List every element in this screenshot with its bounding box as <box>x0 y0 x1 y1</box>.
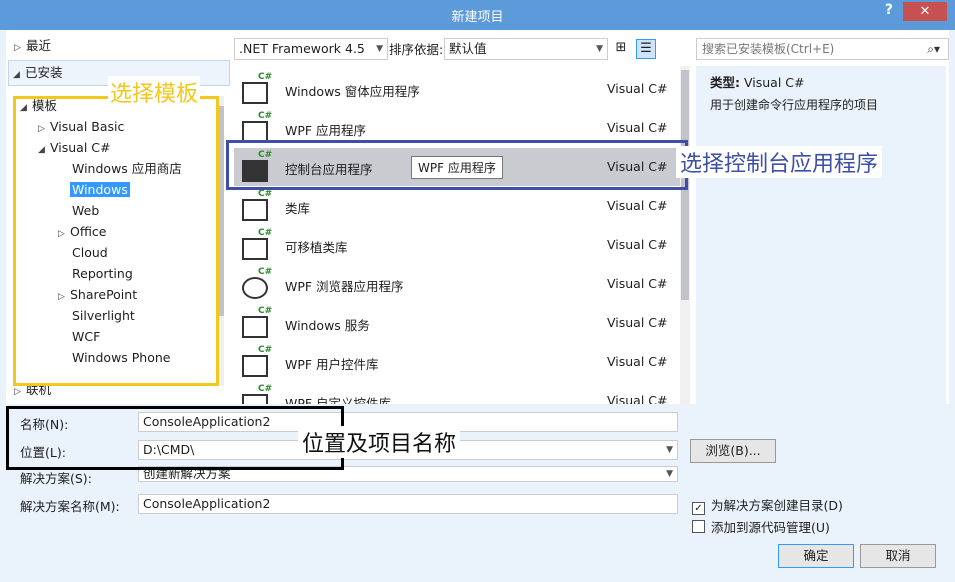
annotation-box-location <box>6 406 344 470</box>
windows-service-icon: C# <box>240 306 272 338</box>
class-library-icon: C# <box>240 189 272 221</box>
info-type: 类型: Visual C# <box>710 72 804 91</box>
template-list-scrollbar[interactable] <box>680 66 690 406</box>
template-lang: Visual C# <box>607 120 668 135</box>
template-lang: Visual C# <box>607 276 668 291</box>
browse-button[interactable]: 浏览(B)... <box>690 439 776 463</box>
template-name: WPF 浏览器应用程序 <box>285 279 404 294</box>
wpf-app-icon: C# <box>240 111 272 143</box>
close-button[interactable]: ✕ <box>903 2 947 21</box>
help-button[interactable]: ? <box>885 2 893 18</box>
windows-forms-icon: C# <box>240 72 272 104</box>
framework-select[interactable]: .NET Framework 4.5 ▼ <box>234 38 388 60</box>
template-name: WPF 用户控件库 <box>285 357 379 372</box>
template-wpf-browser-app[interactable]: C# WPF 浏览器应用程序 Visual C# <box>234 265 680 303</box>
sort-label: 排序依据: <box>389 42 444 57</box>
template-tree: ▷ 最近 ◢ 已安装 ◢ 模板 ▷ Visual Basic ◢ Visual C# Wi… <box>6 34 230 402</box>
title-bar: 新建项目 ? ✕ <box>0 0 955 30</box>
chevron-down-icon: ▼ <box>596 44 603 54</box>
add-source-control-checkbox[interactable]: 添加到源代码管理(U) <box>692 517 830 536</box>
search-icon[interactable]: ⌕▾ <box>927 39 940 59</box>
tree-label: 已安装 <box>25 65 63 80</box>
list-view-icon[interactable]: ☰ <box>636 39 656 59</box>
create-directory-checkbox[interactable]: ✓ 为解决方案创建目录(D) <box>692 495 843 515</box>
annotation-console: 选择控制台应用程序 <box>676 146 883 178</box>
solution-name-field[interactable]: ConsoleApplication2 <box>138 494 678 514</box>
template-name: Windows 服务 <box>285 318 370 333</box>
tree-label: 最近 <box>26 38 52 53</box>
template-lang: Visual C# <box>607 81 668 96</box>
tree-item-recent[interactable]: ▷ 最近 <box>14 36 51 56</box>
chevron-down-icon: ▼ <box>666 469 673 479</box>
checkbox-label: 为解决方案创建目录(D) <box>711 498 843 513</box>
template-class-library[interactable]: C# 类库 Visual C# <box>234 187 680 225</box>
info-type-value: Visual C# <box>743 75 805 90</box>
annotation-template: 选择模板 <box>108 76 201 108</box>
template-portable-library[interactable]: C# 可移植类库 Visual C# <box>234 226 680 264</box>
template-name: 类库 <box>285 201 311 216</box>
annotation-box-template <box>13 96 219 386</box>
chevron-down-icon: ▼ <box>376 44 383 54</box>
template-lang: Visual C# <box>607 198 668 213</box>
framework-value: .NET Framework 4.5 <box>239 41 365 56</box>
template-name: 可移植类库 <box>285 240 348 255</box>
new-project-dialog: 新建项目 ? ✕ ▷ 最近 ◢ 已安装 ◢ 模板 ▷ Visual Basic ◢ Vis… <box>0 0 955 582</box>
template-info-pane: 类型: Visual C# 用于创建命令行应用程序的项目 <box>696 66 946 406</box>
dialog-content: ▷ 最近 ◢ 已安装 ◢ 模板 ▷ Visual Basic ◢ Visual C# Wi… <box>6 30 949 576</box>
annotation-location: 位置及项目名称 <box>298 426 461 458</box>
globe-icon: C# <box>240 267 272 299</box>
template-list: C# Windows 窗体应用程序 Visual C# C# WPF 应用程序 … <box>234 66 694 406</box>
installed-row-content: ◢ 已安装 <box>13 63 63 83</box>
checkbox-icon <box>692 520 705 533</box>
search-placeholder: 搜索已安装模板(Ctrl+E) <box>702 42 835 56</box>
template-lang: Visual C# <box>607 237 668 252</box>
checkbox-checked-icon: ✓ <box>692 502 705 515</box>
annotation-box-console <box>226 140 688 190</box>
template-windows-forms[interactable]: C# Windows 窗体应用程序 Visual C# <box>234 70 680 108</box>
chevron-down-icon: ▼ <box>666 445 673 455</box>
user-control-icon: C# <box>240 345 272 377</box>
cancel-button[interactable]: 取消 <box>860 544 936 568</box>
template-lang: Visual C# <box>607 315 668 330</box>
portable-library-icon: C# <box>240 228 272 260</box>
template-wpf-user-control-library[interactable]: C# WPF 用户控件库 Visual C# <box>234 343 680 381</box>
ok-button[interactable]: 确定 <box>778 544 854 568</box>
small-icons-view-icon[interactable]: ⊞ <box>612 39 630 57</box>
sort-select[interactable]: 默认值 ▼ <box>444 38 608 60</box>
template-lang: Visual C# <box>607 354 668 369</box>
template-wpf-custom-control-library[interactable]: C# WPF 自定义控件库 Visual C# <box>234 382 680 406</box>
expand-icon: ▷ <box>14 43 21 53</box>
solution-name-label: 解决方案名称(M): <box>20 499 120 514</box>
template-name: Windows 窗体应用程序 <box>285 84 420 99</box>
sort-value: 默认值 <box>449 41 487 56</box>
collapse-icon: ◢ <box>13 70 20 80</box>
dialog-title: 新建项目 <box>451 10 504 25</box>
checkbox-label: 添加到源代码管理(U) <box>711 520 830 535</box>
info-type-label: 类型: <box>710 75 740 90</box>
template-name: WPF 应用程序 <box>285 123 367 138</box>
project-form: 名称(N): ConsoleApplication2 位置(L): D:\CMD… <box>6 404 949 576</box>
template-windows-service[interactable]: C# Windows 服务 Visual C# <box>234 304 680 342</box>
info-description: 用于创建命令行应用程序的项目 <box>710 98 879 112</box>
solution-label: 解决方案(S): <box>20 471 92 486</box>
search-input[interactable]: 搜索已安装模板(Ctrl+E) ⌕▾ <box>696 38 949 60</box>
